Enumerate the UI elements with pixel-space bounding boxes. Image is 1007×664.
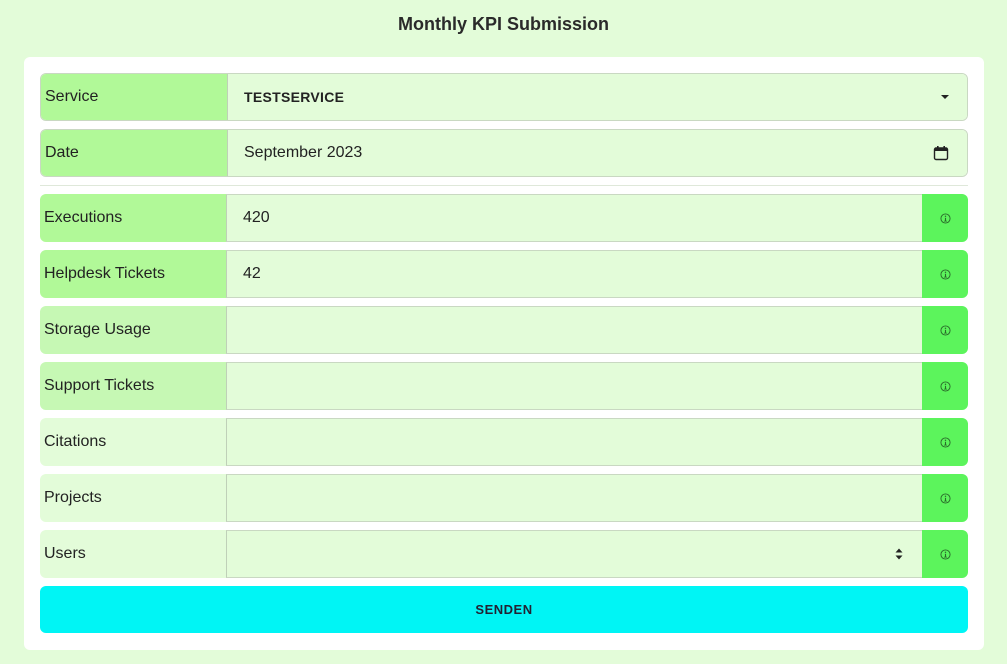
- projects-label: Projects: [40, 474, 226, 522]
- info-icon: [939, 380, 951, 392]
- helpdesk-tickets-label: Helpdesk Tickets: [40, 250, 226, 298]
- service-row: Service TESTSERVICE: [40, 73, 968, 121]
- users-input[interactable]: [226, 530, 922, 578]
- helpdesk-tickets-row: Helpdesk Tickets 42: [40, 250, 968, 298]
- citations-label: Citations: [40, 418, 226, 466]
- storage-usage-label: Storage Usage: [40, 306, 226, 354]
- support-tickets-input[interactable]: [226, 362, 922, 410]
- citations-row: Citations: [40, 418, 968, 466]
- projects-info-button[interactable]: [922, 474, 968, 522]
- support-tickets-row: Support Tickets: [40, 362, 968, 410]
- executions-info-button[interactable]: [922, 194, 968, 242]
- storage-usage-info-button[interactable]: [922, 306, 968, 354]
- citations-info-button[interactable]: [922, 418, 968, 466]
- info-icon: [939, 548, 951, 560]
- spinner-icon[interactable]: [894, 546, 904, 562]
- support-tickets-label: Support Tickets: [40, 362, 226, 410]
- date-input[interactable]: September 2023: [227, 130, 967, 176]
- info-icon: [939, 436, 951, 448]
- page-title: Monthly KPI Submission: [397, 14, 609, 34]
- info-icon: [939, 268, 951, 280]
- service-label: Service: [41, 74, 227, 120]
- date-label: Date: [41, 130, 227, 176]
- info-icon: [939, 492, 951, 504]
- support-tickets-info-button[interactable]: [922, 362, 968, 410]
- helpdesk-tickets-input[interactable]: 42: [226, 250, 922, 298]
- helpdesk-tickets-info-button[interactable]: [922, 250, 968, 298]
- executions-label: Executions: [40, 194, 226, 242]
- date-row: Date September 2023: [40, 129, 968, 177]
- citations-input[interactable]: [226, 418, 922, 466]
- storage-usage-row: Storage Usage: [40, 306, 968, 354]
- projects-input[interactable]: [226, 474, 922, 522]
- storage-usage-input[interactable]: [226, 306, 922, 354]
- divider: [40, 185, 968, 186]
- users-row: Users: [40, 530, 968, 578]
- service-select-value: TESTSERVICE: [244, 89, 345, 105]
- kpi-form: Service TESTSERVICE Date September 2023 …: [24, 57, 984, 650]
- executions-input[interactable]: 420: [226, 194, 922, 242]
- date-input-value: September 2023: [244, 144, 363, 161]
- info-icon: [939, 324, 951, 336]
- projects-row: Projects: [40, 474, 968, 522]
- info-icon: [939, 212, 951, 224]
- submit-button[interactable]: SENDEN: [40, 586, 968, 633]
- users-info-button[interactable]: [922, 530, 968, 578]
- executions-input-value: 420: [243, 209, 270, 226]
- helpdesk-tickets-input-value: 42: [243, 265, 261, 282]
- calendar-icon[interactable]: [933, 145, 949, 161]
- executions-row: Executions 420: [40, 194, 968, 242]
- chevron-down-icon: [941, 95, 949, 99]
- users-label: Users: [40, 530, 226, 578]
- service-select[interactable]: TESTSERVICE: [227, 74, 967, 120]
